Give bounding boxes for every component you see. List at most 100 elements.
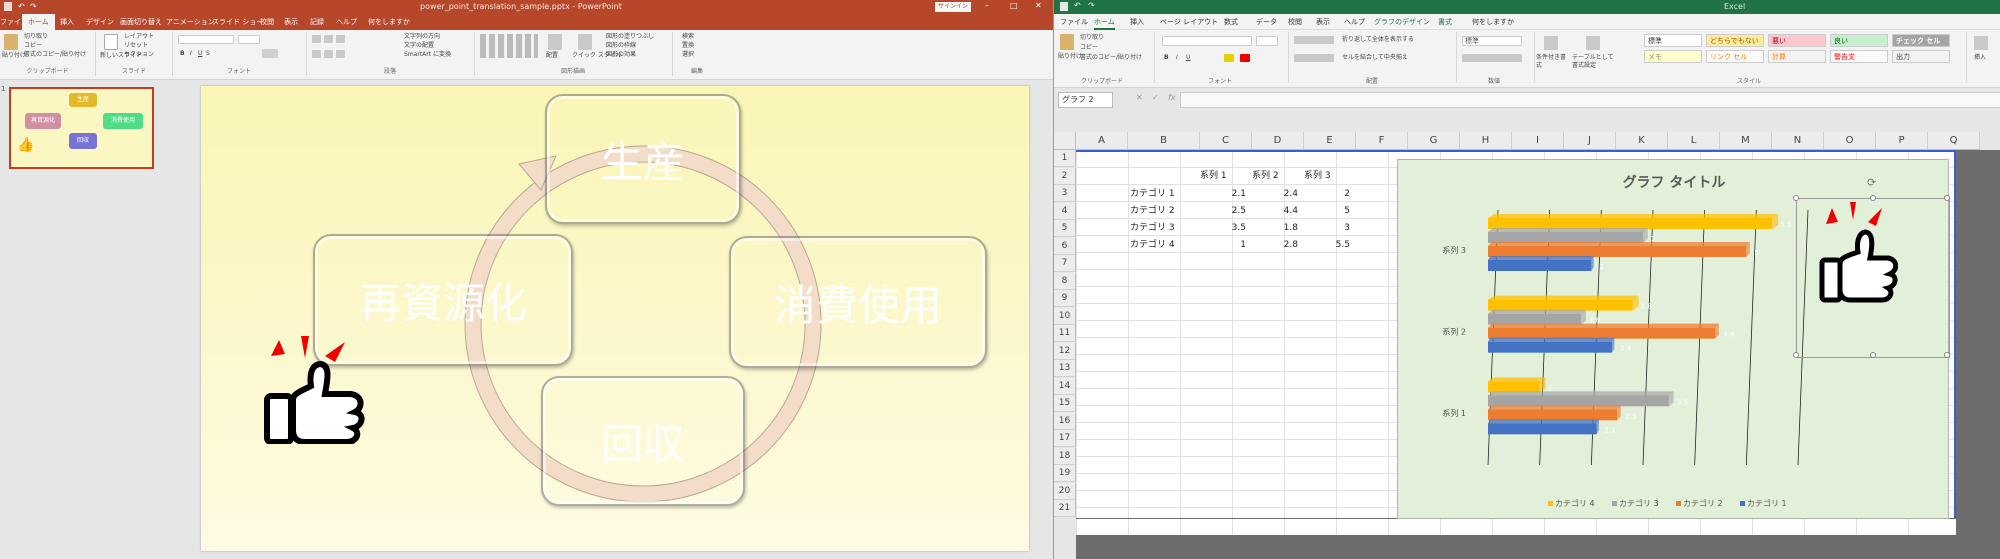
fx-icon[interactable]: fx xyxy=(1168,93,1176,102)
tab-format[interactable]: 書式 xyxy=(1438,14,1452,30)
tab-animations[interactable]: アニメーション xyxy=(166,14,215,30)
tab-help[interactable]: ヘルプ xyxy=(1344,14,1365,30)
tab-transitions[interactable]: 画面切り替え xyxy=(120,14,162,30)
row-header-8[interactable]: 8 xyxy=(1054,272,1076,290)
font-color-icon[interactable] xyxy=(262,49,278,58)
paste-button[interactable]: 貼り付け xyxy=(2,52,26,60)
underline-button[interactable]: U xyxy=(198,50,202,58)
sign-in-button[interactable]: サインイン xyxy=(935,2,971,12)
wrap-text-button[interactable]: 折り返して全体を表示する xyxy=(1342,36,1414,44)
column-header-D[interactable]: D xyxy=(1252,132,1304,150)
column-header-O[interactable]: O xyxy=(1824,132,1876,150)
paste-button[interactable]: 貼り付け xyxy=(1058,53,1082,61)
cell-e4[interactable]: 5 xyxy=(1304,203,1350,220)
paste-icon[interactable] xyxy=(4,34,18,50)
column-header-G[interactable]: G xyxy=(1408,132,1460,150)
column-header-C[interactable]: C xyxy=(1200,132,1252,150)
legend-item[interactable]: カテゴリ 1 xyxy=(1740,498,1787,509)
align-center-icon[interactable] xyxy=(324,50,333,58)
shape-outline-button[interactable]: 図形の枠線 xyxy=(606,42,636,50)
column-header-L[interactable]: L xyxy=(1668,132,1720,150)
chart-area[interactable]: グラフ タイトル 系列 1 1 3.5 2.5 2.1 系列 2 2.8 1.8 4.4 2.4 系… xyxy=(1397,159,1950,519)
maximize-icon[interactable]: □ xyxy=(1010,1,1018,10)
new-slide-icon[interactable] xyxy=(104,34,118,50)
column-header-H[interactable]: H xyxy=(1460,132,1512,150)
box-consume[interactable]: 消費使用 xyxy=(729,236,987,368)
cell-d4[interactable]: 4.4 xyxy=(1252,203,1298,220)
cut-button[interactable]: 切り取り xyxy=(1080,34,1104,42)
cut-button[interactable]: 切り取り xyxy=(24,33,48,41)
redo-icon[interactable]: ↷ xyxy=(30,2,37,11)
cell-style-note[interactable]: メモ xyxy=(1644,50,1702,63)
bullets-icon[interactable] xyxy=(312,35,321,43)
row-header-18[interactable]: 18 xyxy=(1054,447,1076,465)
fill-color-icon[interactable] xyxy=(1224,54,1234,62)
column-header-E[interactable]: E xyxy=(1304,132,1356,150)
font-name-dropdown[interactable] xyxy=(178,35,234,44)
save-icon[interactable] xyxy=(4,2,12,11)
row-header-20[interactable]: 20 xyxy=(1054,482,1076,500)
row-header-6[interactable]: 6 xyxy=(1054,237,1076,255)
cell-e5[interactable]: 3 xyxy=(1304,220,1350,237)
find-button[interactable]: 検索 xyxy=(682,33,694,41)
font-color-icon[interactable] xyxy=(1240,54,1250,62)
format-as-table-icon[interactable] xyxy=(1586,36,1600,50)
tab-record[interactable]: 記録 xyxy=(310,14,324,30)
tab-insert[interactable]: 挿入 xyxy=(60,14,74,30)
cell-style-warning[interactable]: 警告文 xyxy=(1830,50,1888,63)
cell-style-linked[interactable]: リンク セル xyxy=(1706,50,1764,63)
minimize-icon[interactable]: – xyxy=(985,1,989,10)
resize-handle[interactable] xyxy=(1944,195,1950,201)
legend-item[interactable]: カテゴリ 3 xyxy=(1612,498,1659,509)
conditional-format-icon[interactable] xyxy=(1544,36,1558,50)
merge-center-button[interactable]: セルを結合して中央揃え xyxy=(1342,54,1408,62)
tab-page-layout[interactable]: ページ レイアウト xyxy=(1160,14,1218,30)
column-header-N[interactable]: N xyxy=(1772,132,1824,150)
cell-style-calc[interactable]: 計算 xyxy=(1768,50,1826,63)
number-format-icons[interactable] xyxy=(1462,54,1522,62)
redo-icon[interactable]: ↷ xyxy=(1088,1,1095,10)
cell-style-neutral[interactable]: どちらでもない xyxy=(1706,34,1764,47)
copy-button[interactable]: コピー xyxy=(24,42,42,50)
row-header-16[interactable]: 16 xyxy=(1054,412,1076,430)
cell-d5[interactable]: 1.8 xyxy=(1252,220,1298,237)
tab-view[interactable]: 表示 xyxy=(284,14,298,30)
row-label-cat3[interactable]: カテゴリ 3 xyxy=(1130,220,1175,237)
format-as-table-button[interactable]: テーブルとして書式設定 xyxy=(1572,54,1616,70)
align-text-button[interactable]: 文字の配置 xyxy=(404,42,434,50)
smartart-button[interactable]: SmartArt に変換 xyxy=(404,51,451,59)
tab-view[interactable]: 表示 xyxy=(1316,14,1330,30)
font-size-dropdown[interactable] xyxy=(1256,36,1278,46)
cell-e6[interactable]: 5.5 xyxy=(1304,237,1350,254)
tab-formulas[interactable]: 数式 xyxy=(1224,14,1238,30)
undo-icon[interactable]: ↶ xyxy=(1074,1,1081,10)
tab-chart-design[interactable]: グラフのデザイン xyxy=(1374,14,1430,30)
replace-button[interactable]: 置換 xyxy=(682,42,694,50)
thumbs-up-icon[interactable] xyxy=(261,334,381,444)
name-box[interactable]: グラフ 2 xyxy=(1058,92,1113,108)
text-direction-button[interactable]: 文字列の方向 xyxy=(404,33,440,41)
row-header-14[interactable]: 14 xyxy=(1054,377,1076,395)
align-left-icon[interactable] xyxy=(312,50,321,58)
conditional-format-button[interactable]: 条件付き書式 xyxy=(1536,54,1570,70)
row-header-15[interactable]: 15 xyxy=(1054,395,1076,412)
align-right-icon[interactable] xyxy=(336,50,345,58)
paste-icon[interactable] xyxy=(1060,34,1074,50)
strikethrough-button[interactable]: S xyxy=(206,50,210,58)
column-header-A[interactable]: A xyxy=(1076,132,1128,150)
row-header-3[interactable]: 3 xyxy=(1054,185,1076,202)
tell-me-search[interactable]: 何をしますか xyxy=(368,14,410,30)
rotate-handle-icon[interactable]: ⟳ xyxy=(1867,176,1876,189)
slide-canvas[interactable]: 生産 消費使用 回収 再資源化 xyxy=(201,86,1029,551)
arrange-button[interactable]: 配置 xyxy=(546,52,558,60)
column-header-B[interactable]: B xyxy=(1128,132,1200,150)
tab-review[interactable]: 校閲 xyxy=(260,14,274,30)
column-header-Q[interactable]: Q xyxy=(1928,132,1980,150)
column-header-I[interactable]: I xyxy=(1512,132,1564,150)
decrease-indent-icon[interactable] xyxy=(336,35,345,43)
tab-review[interactable]: 校閲 xyxy=(1288,14,1302,30)
cell-c3[interactable]: 2.1 xyxy=(1200,186,1246,203)
tab-help[interactable]: ヘルプ xyxy=(336,14,357,30)
save-icon[interactable] xyxy=(1060,2,1068,11)
alignment-icons[interactable] xyxy=(1294,36,1334,44)
